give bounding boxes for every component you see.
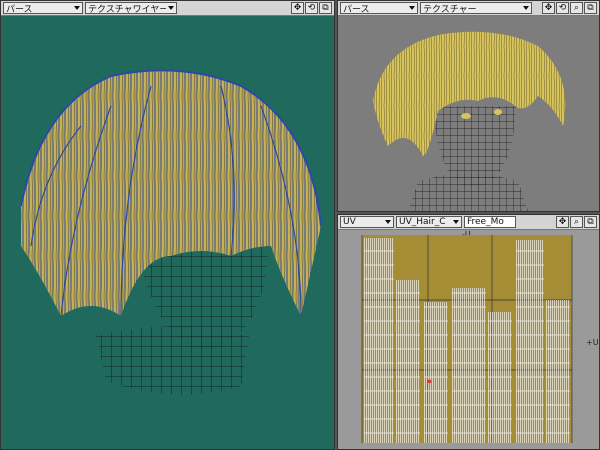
move-icon[interactable]: ✥: [542, 2, 555, 14]
uv-mode-label: Free_Mo: [467, 217, 504, 227]
textured-wire-render: [20, 69, 322, 395]
viewport-left-toolbar: パース テクスチャワイヤー ✥ ⟲ ⧉: [1, 1, 334, 16]
uv-mode-field[interactable]: Free_Mo: [464, 216, 516, 228]
render-mode-label: テクスチャー: [423, 4, 477, 14]
viewport-top-right-canvas[interactable]: [338, 16, 599, 211]
maximize-icon[interactable]: ⧉: [319, 2, 332, 14]
view-mode-label: パース: [343, 4, 370, 14]
chevron-down-icon: [409, 6, 415, 10]
uv-map-label: UV_Hair_C: [399, 217, 446, 227]
rotate-icon[interactable]: ⟲: [305, 2, 318, 14]
textured-render: [373, 31, 566, 211]
uv-layout: [361, 235, 573, 443]
move-icon[interactable]: ✥: [556, 216, 569, 228]
maximize-icon[interactable]: ⧉: [584, 2, 597, 14]
view-mode-label: パース: [6, 4, 33, 14]
render-mode-dropdown[interactable]: テクスチャワイヤー: [85, 2, 177, 14]
zoom-icon[interactable]: ⌕: [570, 2, 583, 14]
maximize-icon[interactable]: ⧉: [584, 216, 597, 228]
chevron-down-icon: [385, 220, 391, 224]
chevron-down-icon: [523, 6, 529, 10]
chevron-down-icon: [74, 6, 80, 10]
viewport-top-right: パース テクスチャー ✥ ⟲ ⌕ ⧉: [337, 0, 600, 212]
app-window: パース テクスチャワイヤー ✥ ⟲ ⧉ パース テクスチャー ✥ ⟲ ⌕ ⧉ U…: [0, 0, 600, 450]
viewport-uv-canvas[interactable]: -U +U: [338, 230, 599, 449]
view-mode-dropdown[interactable]: パース: [3, 2, 83, 14]
view-mode-dropdown[interactable]: パース: [340, 2, 418, 14]
viewport-left-canvas[interactable]: [1, 16, 334, 449]
viewport-top-right-toolbar: パース テクスチャー ✥ ⟲ ⌕ ⧉: [338, 1, 599, 16]
rotate-icon[interactable]: ⟲: [556, 2, 569, 14]
view-mode-label: UV: [343, 217, 356, 227]
move-icon[interactable]: ✥: [291, 2, 304, 14]
zoom-icon[interactable]: ⌕: [570, 216, 583, 228]
render-mode-label: テクスチャワイヤー: [88, 4, 166, 14]
chevron-down-icon: [168, 6, 174, 10]
viewport-left: パース テクスチャワイヤー ✥ ⟲ ⧉: [0, 0, 335, 450]
chevron-down-icon: [453, 220, 459, 224]
uv-map-dropdown[interactable]: UV_Hair_C: [396, 216, 462, 228]
view-mode-dropdown[interactable]: UV: [340, 216, 394, 228]
viewport-uv: UV UV_Hair_C Free_Mo ✥ ⌕ ⧉ -U +U: [337, 214, 600, 450]
render-mode-dropdown[interactable]: テクスチャー: [420, 2, 532, 14]
viewport-uv-toolbar: UV UV_Hair_C Free_Mo ✥ ⌕ ⧉: [338, 215, 599, 230]
